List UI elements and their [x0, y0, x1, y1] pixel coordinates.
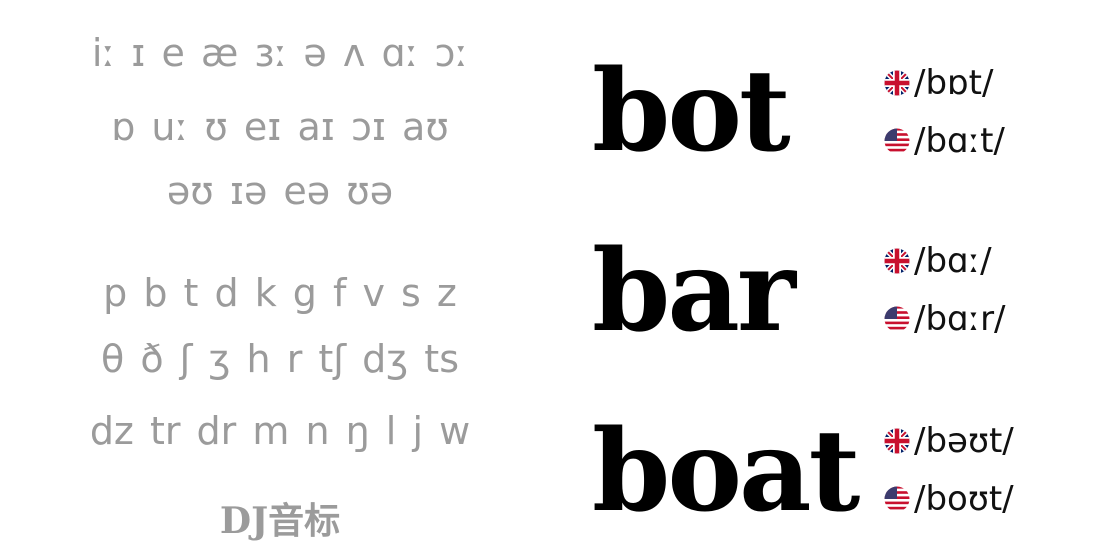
us-flag-icon [884, 486, 910, 512]
pron-text: /bɑː/ [914, 241, 992, 281]
pron-text: /boʊt/ [914, 479, 1014, 519]
pron-uk-bot: /bɒt/ [884, 62, 993, 104]
us-flag-icon [884, 306, 910, 332]
pron-text: /bɑːt/ [914, 121, 1005, 161]
pron-text: /bɒt/ [914, 63, 994, 103]
consonant-line-2: θ ð ʃ ʒ h r tʃ dʒ ts [101, 337, 459, 381]
word-boat: boat [592, 406, 860, 537]
vowel-line-3: əʊ ɪə eə ʊə [166, 169, 394, 213]
pron-uk-bar: /bɑː/ [884, 240, 992, 282]
consonant-line-3: dz tr dr m n ŋ l j w [89, 409, 471, 453]
vowel-line-1: iː ɪ e æ ɜː ə ʌ ɑː ɔː [91, 31, 469, 75]
uk-flag-icon [884, 428, 910, 454]
pron-uk-boat: /bəʊt/ [884, 420, 1014, 462]
pron-text: /bəʊt/ [914, 421, 1014, 461]
chart-caption: DJ音标 [219, 500, 341, 542]
us-flag-icon [884, 128, 910, 154]
word-bot: bot [592, 46, 791, 177]
uk-flag-icon [884, 248, 910, 274]
pron-text: /bɑːr/ [914, 299, 1006, 339]
vowel-line-2: ɒ uː ʊ eɪ aɪ ɔɪ aʊ [111, 105, 449, 149]
uk-flag-icon [884, 70, 910, 96]
consonant-line-1: p b t d k g f v s z [103, 271, 457, 315]
pron-us-bot: /bɑːt/ [884, 120, 1005, 162]
pron-us-bar: /bɑːr/ [884, 298, 1006, 340]
pron-us-boat: /boʊt/ [884, 478, 1014, 520]
word-bar: bar [592, 226, 796, 357]
